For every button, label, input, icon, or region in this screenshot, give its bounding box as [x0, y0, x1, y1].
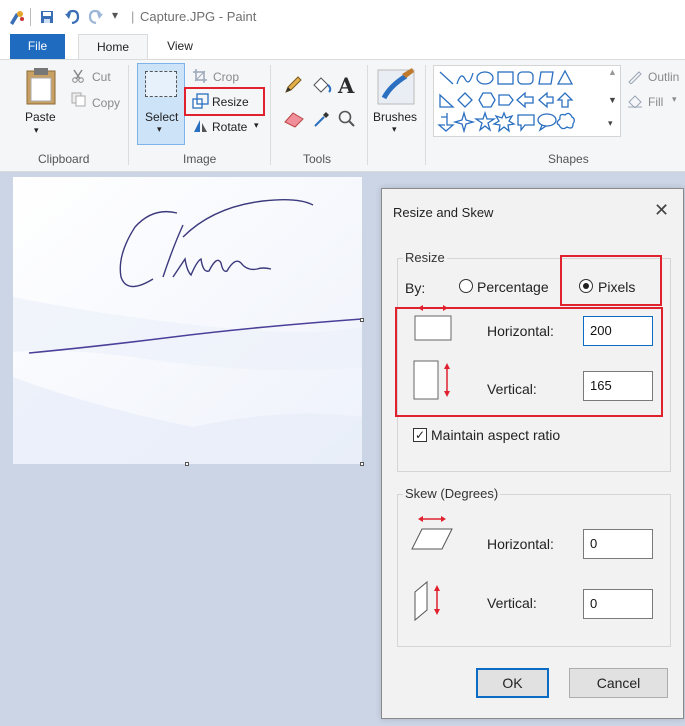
redo-icon[interactable]	[88, 9, 104, 25]
copy-icon[interactable]	[71, 92, 87, 107]
canvas-image[interactable]	[13, 177, 362, 464]
image-group-label: Image	[183, 152, 217, 166]
ribbon-separator	[270, 65, 271, 165]
eraser-icon[interactable]	[283, 110, 305, 128]
window-title: Capture.JPG - Paint	[140, 9, 257, 24]
tab-view[interactable]: View	[160, 34, 200, 59]
text-tool-icon[interactable]: A	[338, 73, 354, 98]
tab-home[interactable]: Home	[78, 34, 148, 60]
tab-file[interactable]: File	[10, 34, 65, 59]
qa-separator	[30, 8, 31, 26]
horizontal-input[interactable]: 200	[583, 316, 653, 346]
outline-label[interactable]: Outlin	[648, 70, 679, 84]
paste-label[interactable]: Paste	[25, 110, 56, 124]
fill-bucket-icon[interactable]	[311, 74, 333, 96]
fill-dropdown-icon[interactable]: ▾	[672, 94, 677, 105]
crop-label[interactable]: Crop	[213, 70, 239, 84]
resize-handle-corner[interactable]	[360, 462, 364, 466]
cut-icon[interactable]	[71, 69, 85, 83]
percentage-radio[interactable]	[459, 279, 473, 293]
shapes-scroll-up[interactable]: ▲	[608, 67, 617, 77]
horizontal-resize-icon	[414, 305, 452, 341]
brushes-label[interactable]: Brushes	[373, 110, 417, 124]
crop-icon[interactable]	[192, 68, 208, 84]
vertical-input[interactable]: 165	[583, 371, 653, 401]
paste-dropdown-icon[interactable]: ▾	[34, 125, 39, 136]
skew-vertical-input[interactable]: 0	[583, 589, 653, 619]
pencil-icon[interactable]	[283, 75, 303, 95]
shapes-expand[interactable]: ▾	[608, 118, 613, 129]
fill-label[interactable]: Fill	[648, 95, 663, 109]
save-icon[interactable]	[40, 10, 54, 24]
horizontal-label: Horizontal:	[487, 323, 554, 339]
resize-handle-right[interactable]	[360, 318, 364, 322]
fill-icon[interactable]	[627, 94, 643, 108]
cut-label[interactable]: Cut	[92, 70, 111, 84]
paste-icon[interactable]	[24, 66, 58, 106]
brushes-dropdown-icon[interactable]: ▾	[392, 124, 397, 135]
percentage-label[interactable]: Percentage	[477, 279, 549, 295]
vertical-skew-icon	[414, 580, 440, 622]
rotate-icon[interactable]	[192, 118, 209, 133]
tools-group-label: Tools	[303, 152, 332, 166]
customize-qa-dropdown[interactable]: ▾	[112, 8, 118, 22]
brushes-icon[interactable]	[376, 66, 418, 106]
select-label: Select	[145, 110, 179, 124]
resize-handle-bottom[interactable]	[185, 462, 189, 466]
shapes-group-label: Shapes	[548, 152, 589, 166]
by-label: By:	[405, 280, 426, 296]
select-icon	[145, 71, 177, 97]
skew-legend: Skew (Degrees)	[403, 486, 501, 501]
pixels-label[interactable]: Pixels	[598, 279, 635, 295]
maintain-aspect-checkbox[interactable]: ✓	[413, 428, 427, 442]
vertical-resize-icon	[413, 360, 450, 400]
ribbon-separator	[425, 65, 426, 165]
horizontal-skew-icon	[411, 516, 453, 550]
select-dropdown-icon[interactable]: ▾	[157, 124, 162, 135]
paint-app-icon	[10, 11, 24, 25]
vertical-label: Vertical:	[487, 381, 537, 397]
shapes-scroll-down[interactable]: ▼	[608, 95, 617, 105]
title-separator: |	[131, 9, 135, 24]
resize-label[interactable]: Resize	[212, 95, 249, 109]
magnifier-icon[interactable]	[337, 109, 357, 129]
skew-vertical-label: Vertical:	[487, 595, 537, 611]
resize-legend: Resize	[403, 250, 447, 265]
ribbon-separator	[367, 65, 368, 165]
rotate-label[interactable]: Rotate	[212, 120, 247, 134]
cancel-button[interactable]: Cancel	[569, 668, 668, 698]
clipboard-group-label: Clipboard	[38, 152, 90, 166]
outline-icon[interactable]	[627, 70, 643, 84]
color-picker-icon[interactable]	[312, 109, 332, 129]
skew-horizontal-input[interactable]: 0	[583, 529, 653, 559]
rotate-dropdown-icon[interactable]: ▾	[254, 120, 259, 131]
dialog-title: Resize and Skew	[393, 205, 494, 220]
close-icon[interactable]: ✕	[654, 200, 669, 221]
pixels-radio[interactable]	[579, 279, 593, 293]
copy-label[interactable]: Copy	[92, 96, 120, 110]
resize-icon[interactable]	[192, 93, 209, 109]
ok-button[interactable]: OK	[476, 668, 549, 698]
maintain-aspect-label[interactable]: Maintain aspect ratio	[431, 427, 560, 443]
ribbon-separator	[128, 65, 129, 165]
undo-icon[interactable]	[64, 9, 80, 25]
skew-horizontal-label: Horizontal:	[487, 536, 554, 552]
signature-drawing	[13, 177, 362, 464]
shapes-gallery-icons[interactable]	[437, 69, 617, 135]
